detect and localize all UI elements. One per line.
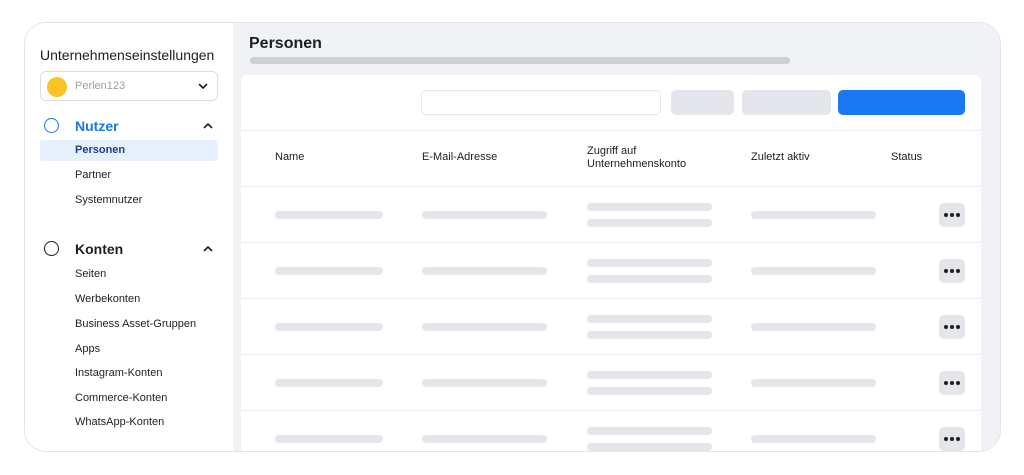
- sidebar-item-label: Personen: [75, 144, 126, 156]
- account-name: Perlen123: [75, 80, 126, 92]
- column-header-access[interactable]: Zugriff auf Unternehmenskonto: [587, 145, 686, 171]
- sidebar-item-instagram-konten[interactable]: Instagram-Konten: [40, 363, 218, 384]
- sidebar-title: Unternehmenseinstellungen: [40, 47, 215, 63]
- sidebar-item-personen[interactable]: Personen: [40, 140, 218, 161]
- chevron-up-icon: [203, 246, 213, 252]
- column-header-status[interactable]: Status: [891, 151, 922, 164]
- loading-placeholder-bar: [250, 57, 790, 64]
- section-konten[interactable]: Konten: [40, 239, 220, 259]
- table-row[interactable]: [241, 187, 981, 243]
- sidebar-item-label: Werbekonten: [75, 293, 141, 305]
- more-options-button[interactable]: [939, 315, 965, 339]
- business-settings-window: Unternehmenseinstellungen Perlen123 Nutz…: [24, 22, 1001, 452]
- sidebar-item-partner[interactable]: Partner: [40, 165, 218, 186]
- more-options-button[interactable]: [939, 259, 965, 283]
- last-active-placeholder: [751, 211, 876, 219]
- name-placeholder: [275, 267, 383, 275]
- name-placeholder: [275, 435, 383, 443]
- name-placeholder: [275, 323, 383, 331]
- sidebar-item-business-asset-gruppen[interactable]: Business Asset-Gruppen: [40, 314, 218, 335]
- column-header-email[interactable]: E-Mail-Adresse: [422, 151, 497, 164]
- access-placeholder: [587, 259, 712, 267]
- last-active-placeholder: [751, 435, 876, 443]
- more-options-button[interactable]: [939, 203, 965, 227]
- circle-outline-icon: [44, 241, 59, 256]
- table-row[interactable]: [241, 299, 981, 355]
- sidebar-item-label: Systemnutzer: [75, 194, 143, 206]
- email-placeholder: [422, 211, 547, 219]
- column-header-access-line1: Zugriff auf: [587, 145, 637, 157]
- section-label-nutzer: Nutzer: [75, 118, 119, 134]
- sidebar-item-label: WhatsApp-Konten: [75, 416, 165, 428]
- access-placeholder: [587, 371, 712, 379]
- column-header-last-active[interactable]: Zuletzt aktiv: [751, 151, 810, 164]
- secondary-action-button[interactable]: [742, 90, 831, 115]
- email-placeholder: [422, 435, 547, 443]
- table-row[interactable]: [241, 355, 981, 411]
- filter-button[interactable]: [671, 90, 734, 115]
- column-header-access-line2: Unternehmenskonto: [587, 158, 687, 170]
- more-options-button[interactable]: [939, 371, 965, 395]
- sidebar-item-whatsapp-konten[interactable]: WhatsApp-Konten: [40, 412, 218, 433]
- search-input[interactable]: [421, 90, 661, 115]
- sidebar-item-label: Seiten: [75, 268, 107, 280]
- section-nutzer[interactable]: Nutzer: [40, 116, 220, 136]
- circle-outline-icon: [44, 118, 59, 133]
- chevron-down-icon: [198, 83, 208, 89]
- sidebar-item-label: Apps: [75, 343, 101, 355]
- access-placeholder: [587, 387, 712, 395]
- page-title: Personen: [249, 35, 322, 52]
- last-active-placeholder: [751, 267, 876, 275]
- name-placeholder: [275, 211, 383, 219]
- account-avatar: [47, 77, 67, 97]
- access-placeholder: [587, 275, 712, 283]
- people-table-card: Name E-Mail-Adresse Zugriff auf Unterneh…: [241, 75, 981, 451]
- access-placeholder: [587, 203, 712, 211]
- email-placeholder: [422, 323, 547, 331]
- access-placeholder: [587, 331, 712, 339]
- table-row[interactable]: [241, 243, 981, 299]
- section-label-konten: Konten: [75, 241, 124, 257]
- sidebar-item-label: Commerce-Konten: [75, 392, 168, 404]
- last-active-placeholder: [751, 323, 876, 331]
- sidebar-item-label: Instagram-Konten: [75, 367, 163, 379]
- main-panel: Personen Name E-Mail-Adresse Zugriff auf…: [233, 23, 1000, 451]
- column-header-name[interactable]: Name: [275, 151, 304, 164]
- divider: [241, 130, 981, 131]
- add-people-button[interactable]: [838, 90, 965, 115]
- sidebar-item-systemnutzer[interactable]: Systemnutzer: [40, 190, 218, 211]
- access-placeholder: [587, 443, 712, 451]
- last-active-placeholder: [751, 379, 876, 387]
- sidebar-item-seiten[interactable]: Seiten: [40, 264, 218, 285]
- more-options-button[interactable]: [939, 427, 965, 451]
- chevron-up-icon: [203, 123, 213, 129]
- sidebar-item-commerce-konten[interactable]: Commerce-Konten: [40, 388, 218, 409]
- sidebar-item-werbekonten[interactable]: Werbekonten: [40, 289, 218, 310]
- sidebar: Unternehmenseinstellungen Perlen123 Nutz…: [25, 23, 233, 451]
- sidebar-item-apps[interactable]: Apps: [40, 339, 218, 360]
- email-placeholder: [422, 267, 547, 275]
- access-placeholder: [587, 219, 712, 227]
- name-placeholder: [275, 379, 383, 387]
- sidebar-item-label: Business Asset-Gruppen: [75, 318, 197, 330]
- table-row[interactable]: [241, 411, 981, 451]
- access-placeholder: [587, 427, 712, 435]
- email-placeholder: [422, 379, 547, 387]
- account-selector[interactable]: Perlen123: [40, 71, 218, 101]
- sidebar-item-label: Partner: [75, 169, 112, 181]
- access-placeholder: [587, 315, 712, 323]
